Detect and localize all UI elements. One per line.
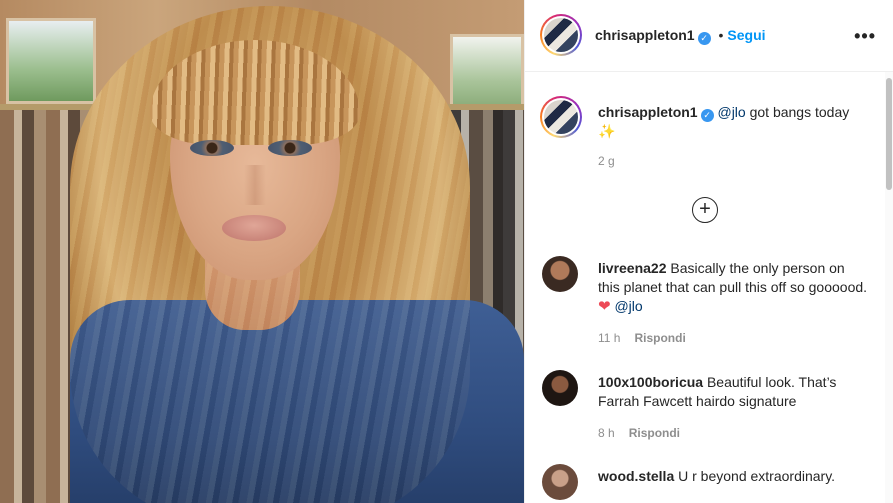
comment-author[interactable]: wood.stella [598,468,674,484]
post-photo[interactable] [0,0,524,503]
comment-meta: 8 h Rispondi [598,426,680,440]
reply-button[interactable]: Rispondi [634,331,685,345]
comment-body: U r beyond extraordinary. [678,468,836,484]
separator-dot: • [718,27,724,43]
commenter-avatar[interactable] [542,256,578,292]
comment-meta: 11 h Rispondi [598,331,686,345]
comment-text: 100x100boricua Beautiful look. That’s Fa… [598,373,868,411]
caption-mention-link[interactable]: @jlo [717,104,745,120]
comment-author[interactable]: livreena22 [598,260,667,276]
follow-button[interactable]: Segui [727,27,765,43]
author-username[interactable]: chrisappleton1 [595,27,695,43]
sparkles-icon: ✨ [598,123,616,139]
caption-body: got bangs today [749,104,850,120]
photo-eye-left [190,140,234,156]
comment-timestamp[interactable]: 11 h [598,331,620,345]
comments-scrollbar-thumb[interactable] [886,78,892,190]
commenter-avatar[interactable] [542,464,578,500]
photo-eye-right [268,140,312,156]
post-header: chrisappleton1 ✓ • Segui ••• [525,0,893,72]
load-more-comments-icon[interactable]: + [692,197,718,223]
caption-author-avatar[interactable] [540,96,582,138]
post-details-panel: chrisappleton1 ✓ • Segui ••• chrisappleton… [524,0,893,503]
verified-badge-icon: ✓ [700,109,714,122]
verified-badge-icon: ✓ [697,32,711,45]
comment-author[interactable]: 100x100boricua [598,374,703,390]
photo-window-left [6,18,96,104]
caption-timestamp[interactable]: 2 g [598,154,615,168]
comment-text: wood.stella U r beyond extraordinary. [598,467,868,486]
caption-text: chrisappleton1 ✓ @jlo got bangs today ✨ [598,103,868,141]
heart-icon: ❤ [598,298,611,315]
comment-timestamp[interactable]: 8 h [598,426,615,440]
caption-author-username[interactable]: chrisappleton1 [598,104,698,120]
author-avatar[interactable] [540,14,582,56]
more-options-icon[interactable]: ••• [854,26,876,47]
photo-lips [222,215,286,241]
comment-mention-link[interactable]: @jlo [614,298,642,314]
photo-nose [244,165,266,205]
comment-text: livreena22 Basically the only person on … [598,259,868,316]
commenter-avatar[interactable] [542,370,578,406]
header-author-line: chrisappleton1 ✓ • Segui [595,27,766,45]
reply-button[interactable]: Rispondi [629,426,680,440]
